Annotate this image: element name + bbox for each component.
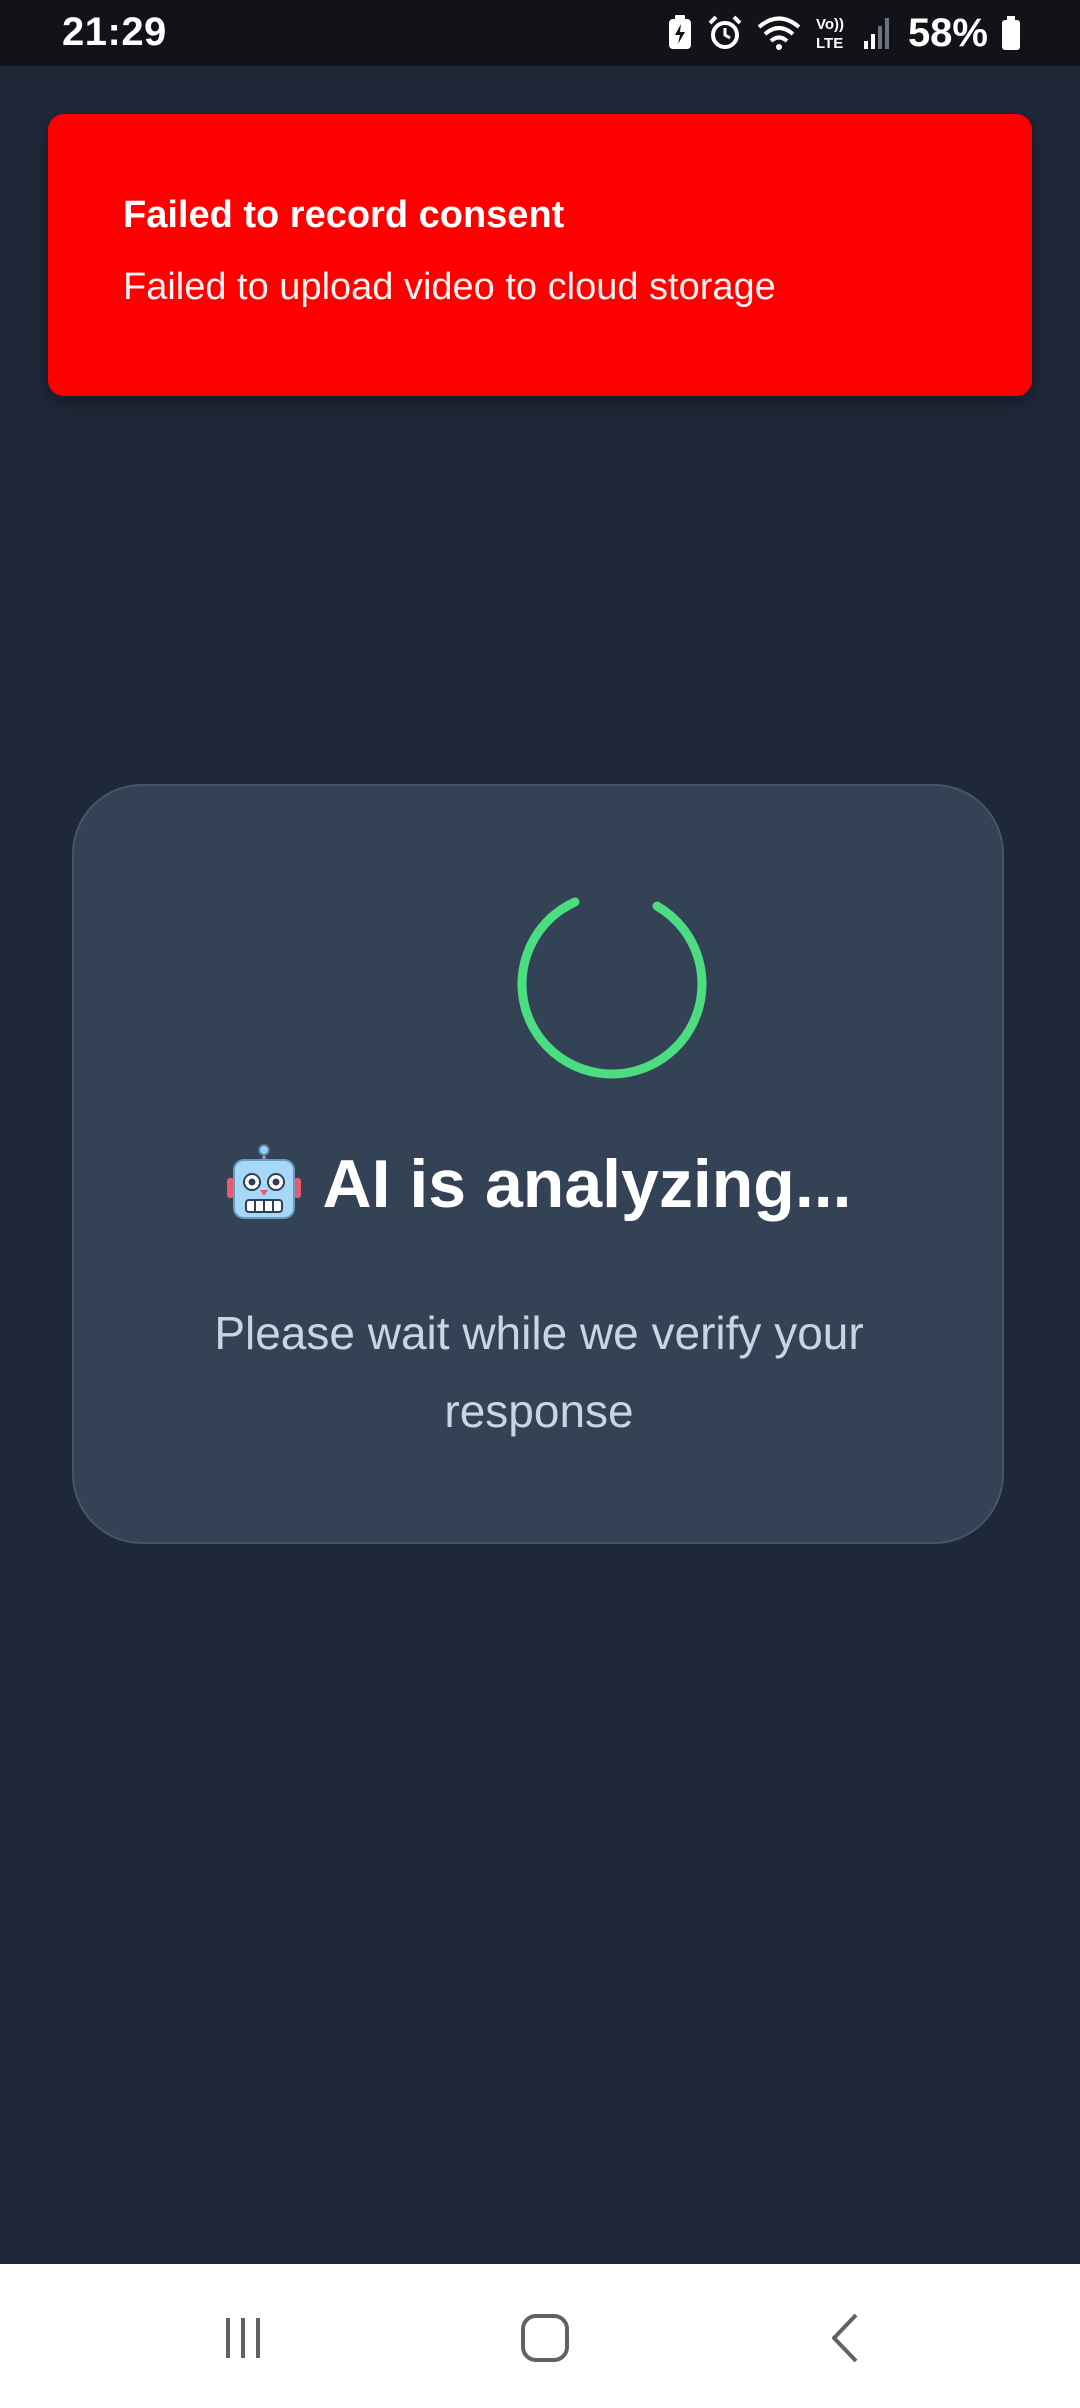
home-icon	[521, 2314, 569, 2362]
toast-title: Failed to record consent	[123, 194, 565, 236]
analysis-heading-text: AI is analyzing...	[322, 1146, 852, 1222]
recent-apps-button[interactable]	[198, 2298, 288, 2378]
recent-apps-icon	[226, 2318, 260, 2358]
robot-icon	[227, 1144, 302, 1219]
navigation-bar	[0, 2264, 1080, 2408]
analysis-heading: AI is analyzing...	[74, 1144, 1002, 1224]
alarm-icon	[708, 15, 742, 49]
wifi-icon	[757, 16, 801, 50]
status-bar: 21:29 Vo)) LTE 58%	[0, 0, 1080, 66]
toast-message: Failed to upload video to cloud storage	[123, 266, 776, 308]
back-button[interactable]	[802, 2298, 892, 2378]
svg-text:Vo)): Vo))	[816, 16, 844, 33]
back-icon	[832, 2313, 858, 2363]
signal-icon	[863, 18, 889, 49]
loading-spinner	[517, 889, 707, 1079]
home-button[interactable]	[500, 2298, 590, 2378]
analysis-subtext: Please wait while we verify your respons…	[214, 1307, 864, 1437]
svg-text:LTE: LTE	[816, 35, 843, 52]
battery-saver-icon	[668, 15, 691, 49]
analysis-card: AI is analyzing... Please wait while we …	[72, 784, 1004, 1544]
battery-percentage: 58%	[907, 10, 988, 55]
battery-icon	[1002, 16, 1020, 50]
status-time: 21:29	[62, 10, 167, 54]
error-toast[interactable]: Failed to record consent Failed to uploa…	[48, 114, 1032, 396]
status-icons: Vo)) LTE 58%	[666, 8, 1022, 58]
volte-icon: Vo)) LTE	[816, 16, 844, 52]
